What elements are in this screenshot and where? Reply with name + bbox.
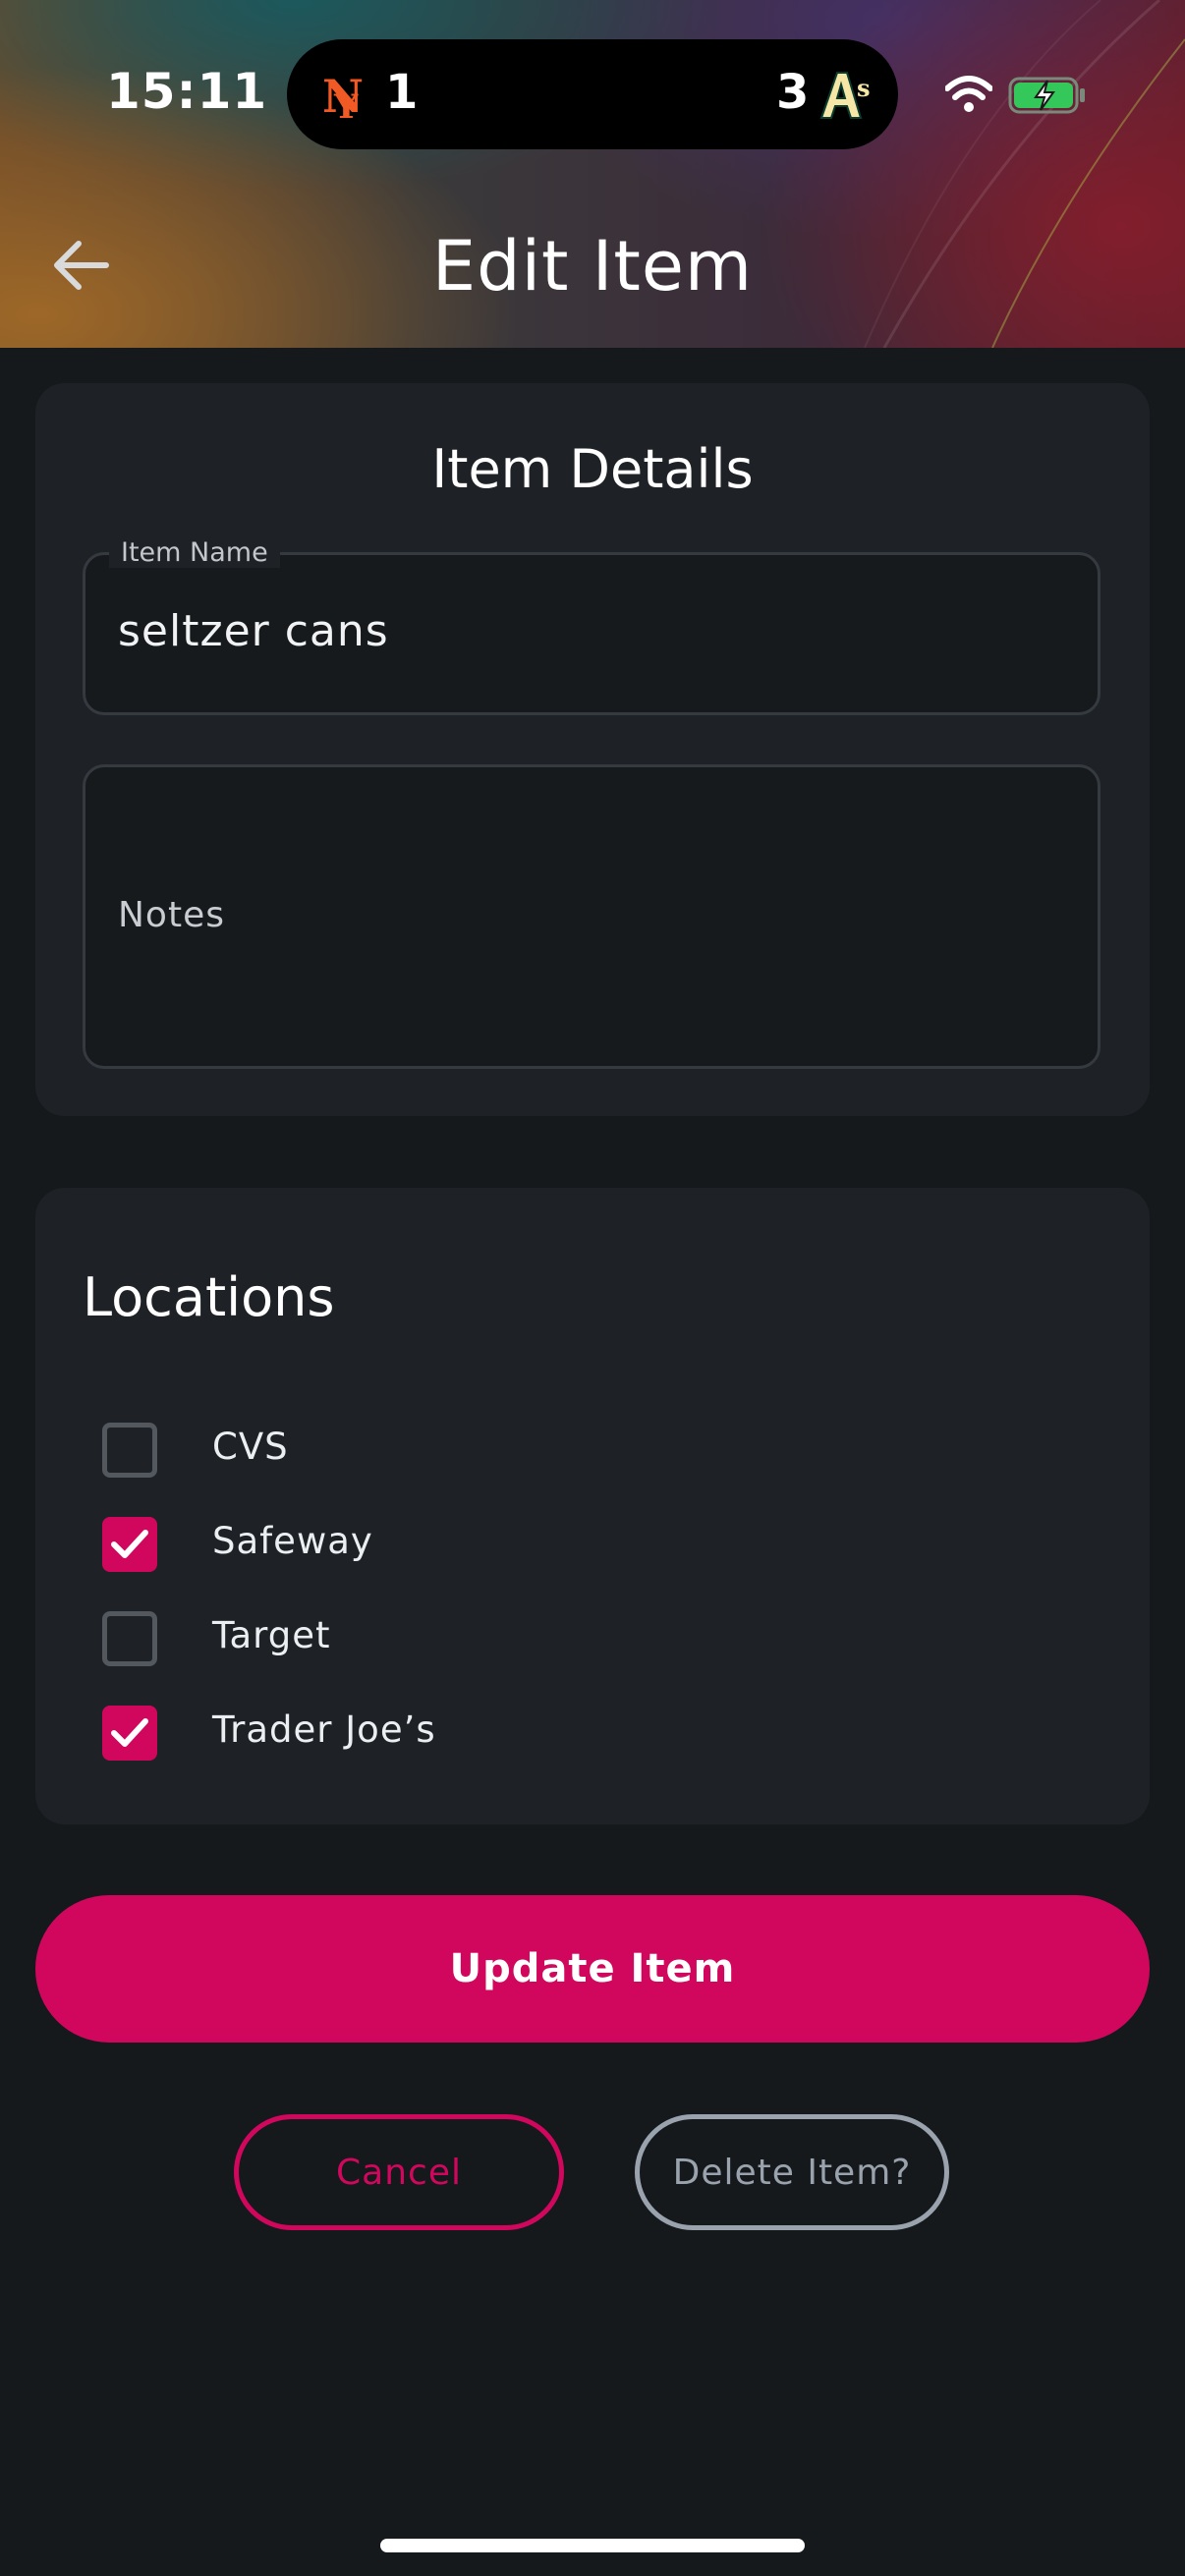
item-details-title: Item Details (431, 438, 754, 500)
page-title: Edit Item (431, 226, 754, 307)
safeway-checkbox[interactable] (102, 1517, 157, 1572)
trader-joes-checkbox[interactable] (102, 1706, 157, 1761)
update-item-button[interactable]: Update Item (35, 1895, 1150, 2043)
item-name-label: Item Name (109, 537, 280, 568)
mets-logo-icon: N Y (322, 70, 364, 122)
item-name-field[interactable]: Item Name seltzer cans (83, 537, 1100, 715)
home-indicator[interactable] (380, 2539, 805, 2552)
delete-item-button[interactable]: Delete Item? (635, 2114, 949, 2230)
wifi-icon (945, 76, 992, 112)
athletics-logo-icon: s (819, 72, 871, 119)
locations-title: Locations (83, 1266, 335, 1328)
location-label: Trader Joe’s (212, 1708, 436, 1751)
location-label: CVS (212, 1426, 289, 1468)
battery-charging-icon (1008, 77, 1085, 114)
status-time: 15:11 (106, 63, 268, 120)
checkmark-icon (111, 1530, 148, 1558)
live-activity-scoreboard[interactable]: N Y 1 3 s (287, 39, 898, 149)
cancel-button[interactable]: Cancel (234, 2114, 564, 2230)
locations-card: Locations CVS Safeway Target Trader Joe’… (35, 1188, 1150, 1824)
item-details-card: Item Details Item Name seltzer cans Note… (35, 383, 1150, 1116)
notes-field[interactable]: Notes (83, 764, 1100, 1069)
svg-text:Y: Y (333, 87, 359, 122)
edit-item-screen: 15:11 N Y 1 3 s Edit Item Item Details I… (0, 0, 1185, 2576)
notes-placeholder: Notes (118, 895, 225, 935)
away-score: 3 (776, 65, 810, 120)
cvs-checkbox[interactable] (102, 1423, 157, 1478)
location-label: Target (212, 1614, 331, 1656)
target-checkbox[interactable] (102, 1611, 157, 1666)
checkmark-icon (111, 1718, 148, 1747)
app-header: 15:11 N Y 1 3 s Edit Item (0, 0, 1185, 348)
svg-text:s: s (857, 74, 871, 102)
home-score: 1 (385, 65, 419, 120)
item-name-value[interactable]: seltzer cans (118, 606, 389, 656)
location-label: Safeway (212, 1520, 373, 1562)
